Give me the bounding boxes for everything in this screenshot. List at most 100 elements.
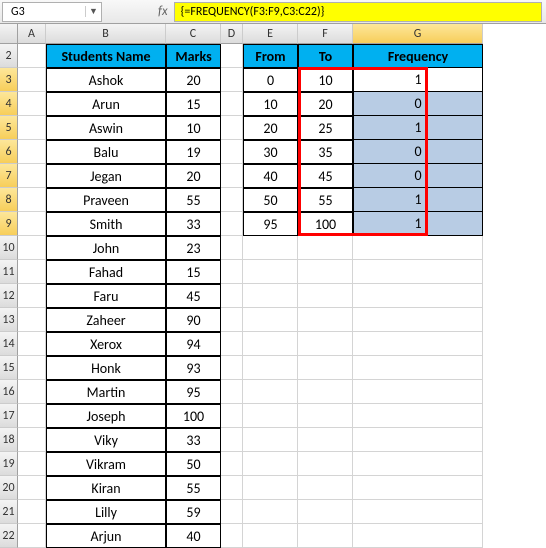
- row-header-9[interactable]: 9: [0, 212, 18, 236]
- cell-B12[interactable]: Faru: [46, 284, 166, 308]
- cell-B3[interactable]: Ashok: [46, 68, 166, 92]
- row-header-16[interactable]: 16: [0, 380, 18, 404]
- cell-F10[interactable]: [298, 236, 353, 260]
- cell-E13[interactable]: [243, 308, 298, 332]
- cell-E16[interactable]: [243, 380, 298, 404]
- row-header-20[interactable]: 20: [0, 476, 18, 500]
- cell-F5[interactable]: 25: [298, 116, 353, 140]
- cell-B18[interactable]: Viky: [46, 428, 166, 452]
- cell-A2[interactable]: [18, 44, 46, 68]
- cell-G19[interactable]: [353, 452, 483, 476]
- cell-F3[interactable]: 10: [298, 68, 353, 92]
- cell-B15[interactable]: Honk: [46, 356, 166, 380]
- cell-F21[interactable]: [298, 500, 353, 524]
- cell-B13[interactable]: Zaheer: [46, 308, 166, 332]
- cell-E8[interactable]: 50: [243, 188, 298, 212]
- cell-F17[interactable]: [298, 404, 353, 428]
- cell-G4[interactable]: 0: [353, 92, 483, 116]
- cell-G12[interactable]: [353, 284, 483, 308]
- formula-bar[interactable]: {=FREQUENCY(F3:F9,C3:C22)}: [174, 2, 542, 22]
- cell-F14[interactable]: [298, 332, 353, 356]
- cell-A16[interactable]: [18, 380, 46, 404]
- cell-E5[interactable]: 20: [243, 116, 298, 140]
- cell-G2[interactable]: Frequency: [353, 44, 483, 68]
- cell-A17[interactable]: [18, 404, 46, 428]
- cell-E15[interactable]: [243, 356, 298, 380]
- cell-D22[interactable]: [221, 524, 243, 548]
- col-header-A[interactable]: A: [18, 24, 46, 44]
- cell-D14[interactable]: [221, 332, 243, 356]
- row-header-2[interactable]: 2: [0, 44, 18, 68]
- row-header-7[interactable]: 7: [0, 164, 18, 188]
- cell-C6[interactable]: 19: [166, 140, 221, 164]
- cell-B21[interactable]: Lilly: [46, 500, 166, 524]
- row-header-3[interactable]: 3: [0, 68, 18, 92]
- cell-G9[interactable]: 1: [353, 212, 483, 236]
- cell-C12[interactable]: 45: [166, 284, 221, 308]
- cell-F16[interactable]: [298, 380, 353, 404]
- cell-F15[interactable]: [298, 356, 353, 380]
- cell-A12[interactable]: [18, 284, 46, 308]
- cell-C19[interactable]: 50: [166, 452, 221, 476]
- row-header-6[interactable]: 6: [0, 140, 18, 164]
- cell-F20[interactable]: [298, 476, 353, 500]
- cell-C18[interactable]: 33: [166, 428, 221, 452]
- cell-A18[interactable]: [18, 428, 46, 452]
- cell-D5[interactable]: [221, 116, 243, 140]
- cell-B19[interactable]: Vikram: [46, 452, 166, 476]
- row-header-21[interactable]: 21: [0, 500, 18, 524]
- cell-E4[interactable]: 10: [243, 92, 298, 116]
- cell-E11[interactable]: [243, 260, 298, 284]
- cell-B2[interactable]: Students Name: [46, 44, 166, 68]
- row-header-10[interactable]: 10: [0, 236, 18, 260]
- cell-F9[interactable]: 100: [298, 212, 353, 236]
- cell-D13[interactable]: [221, 308, 243, 332]
- cell-F8[interactable]: 55: [298, 188, 353, 212]
- cell-D3[interactable]: [221, 68, 243, 92]
- cell-C5[interactable]: 10: [166, 116, 221, 140]
- cell-E19[interactable]: [243, 452, 298, 476]
- cell-E3[interactable]: 0: [243, 68, 298, 92]
- cell-C21[interactable]: 59: [166, 500, 221, 524]
- cell-B10[interactable]: John: [46, 236, 166, 260]
- cell-G6[interactable]: 0: [353, 140, 483, 164]
- cell-A6[interactable]: [18, 140, 46, 164]
- cell-A15[interactable]: [18, 356, 46, 380]
- cell-G14[interactable]: [353, 332, 483, 356]
- cell-D17[interactable]: [221, 404, 243, 428]
- cell-C22[interactable]: 40: [166, 524, 221, 548]
- cell-D10[interactable]: [221, 236, 243, 260]
- cell-G21[interactable]: [353, 500, 483, 524]
- cell-D21[interactable]: [221, 500, 243, 524]
- cell-F7[interactable]: 45: [298, 164, 353, 188]
- cell-B5[interactable]: Aswin: [46, 116, 166, 140]
- cell-D19[interactable]: [221, 452, 243, 476]
- cell-A8[interactable]: [18, 188, 46, 212]
- cell-G17[interactable]: [353, 404, 483, 428]
- cell-D16[interactable]: [221, 380, 243, 404]
- cell-F4[interactable]: 20: [298, 92, 353, 116]
- col-header-G[interactable]: G: [353, 24, 483, 44]
- cell-A3[interactable]: [18, 68, 46, 92]
- cell-D15[interactable]: [221, 356, 243, 380]
- cell-A13[interactable]: [18, 308, 46, 332]
- cell-E7[interactable]: 40: [243, 164, 298, 188]
- cell-F6[interactable]: 35: [298, 140, 353, 164]
- cell-A21[interactable]: [18, 500, 46, 524]
- row-header-4[interactable]: 4: [0, 92, 18, 116]
- row-header-11[interactable]: 11: [0, 260, 18, 284]
- cell-G20[interactable]: [353, 476, 483, 500]
- row-header-19[interactable]: 19: [0, 452, 18, 476]
- name-box-dropdown-icon[interactable]: ▼: [85, 6, 101, 17]
- select-all-corner[interactable]: [0, 24, 18, 44]
- cell-E14[interactable]: [243, 332, 298, 356]
- cell-E21[interactable]: [243, 500, 298, 524]
- row-header-13[interactable]: 13: [0, 308, 18, 332]
- row-header-15[interactable]: 15: [0, 356, 18, 380]
- cell-C14[interactable]: 94: [166, 332, 221, 356]
- cell-C9[interactable]: 33: [166, 212, 221, 236]
- cell-F11[interactable]: [298, 260, 353, 284]
- cell-G5[interactable]: 1: [353, 116, 483, 140]
- cell-G7[interactable]: 0: [353, 164, 483, 188]
- name-box-container[interactable]: G3 ▼: [2, 2, 102, 22]
